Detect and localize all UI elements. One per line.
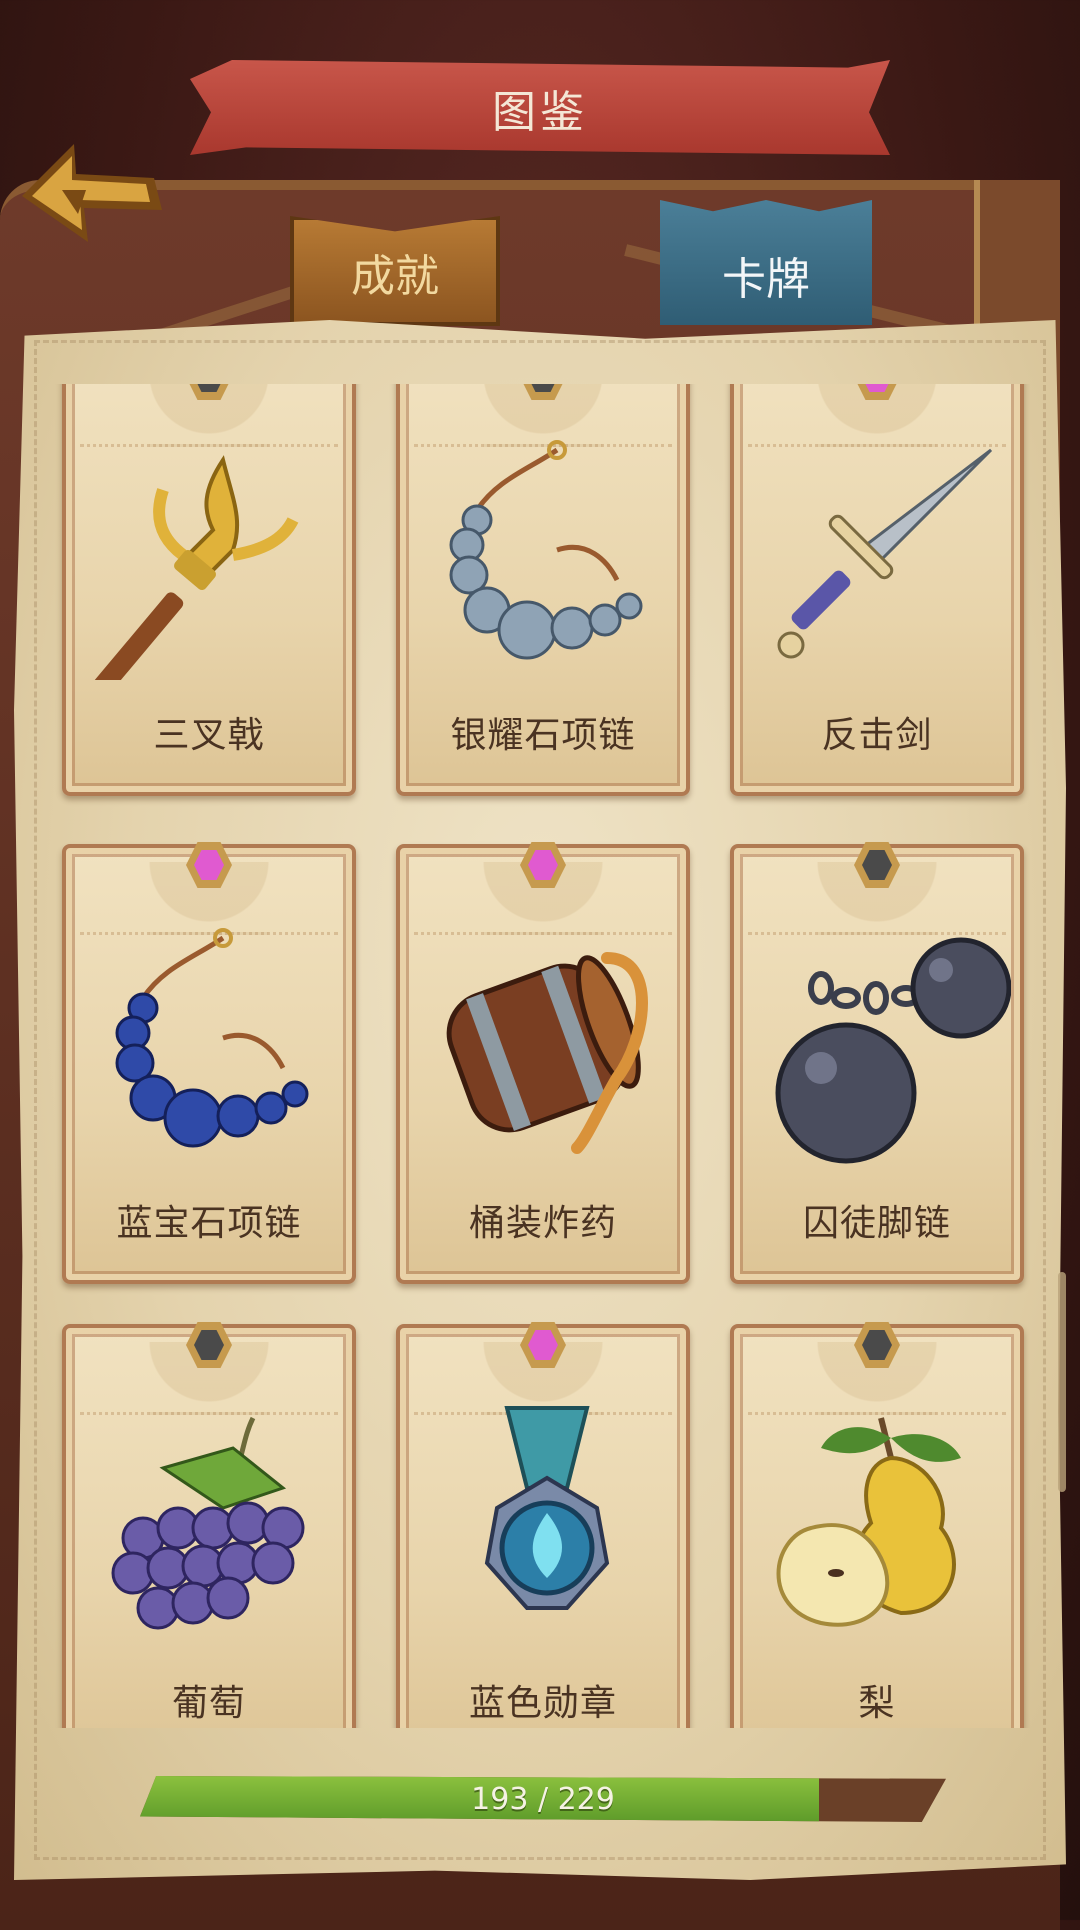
card-name: 反击剑 [821,715,933,756]
card-trident[interactable]: 三叉戟 [62,384,356,796]
card-name: 葡萄 [171,1683,246,1724]
card-sapphire-necklace[interactable]: 蓝宝石项链 [62,842,356,1284]
card-grid[interactable]: 三叉戟 银耀石项链 反击剑 蓝宝石项链 桶装炸药 囚徒脚链 葡萄 蓝色勋章 梨 [50,384,1030,1728]
card-blue-medal[interactable]: 蓝色勋章 [396,1322,690,1728]
back-arrow-icon[interactable] [14,138,164,248]
grapes-icon [111,1416,305,1630]
sapphire-necklace-icon [115,928,309,1148]
card-pear[interactable]: 梨 [730,1322,1024,1728]
card-counter-sword[interactable]: 反击剑 [730,384,1024,796]
tab-achievements-label: 成就 [351,251,439,302]
card-name: 银耀石项链 [450,715,636,756]
scrollbar[interactable] [1058,1272,1066,1492]
tab-cards-label: 卡牌 [722,254,810,305]
card-name: 囚徒脚链 [802,1203,951,1244]
dagger-icon [777,448,993,659]
ball-and-chain-icon [775,937,1011,1164]
tab-cards[interactable]: 卡牌 [660,200,872,325]
card-prisoner-chain[interactable]: 囚徒脚链 [730,842,1024,1284]
card-grapes[interactable]: 葡萄 [62,1322,356,1728]
blue-medal-icon [484,1406,610,1610]
tab-achievements[interactable]: 成就 [290,216,500,326]
card-name: 三叉戟 [153,715,265,756]
page-title: 图鉴 [492,86,588,138]
card-name: 蓝宝石项链 [116,1203,302,1244]
card-silver-necklace[interactable]: 银耀石项链 [396,384,690,796]
card-name: 梨 [858,1683,896,1724]
trident-icon [83,455,299,680]
card-powder-barrel[interactable]: 桶装炸药 [396,842,690,1284]
card-name: 桶装炸药 [468,1203,617,1244]
powder-barrel-icon [446,952,648,1154]
pear-icon [776,1417,961,1627]
silver-necklace-icon [449,440,643,660]
progress-label: 193 / 229 [471,1781,615,1817]
card-name: 蓝色勋章 [468,1683,617,1724]
